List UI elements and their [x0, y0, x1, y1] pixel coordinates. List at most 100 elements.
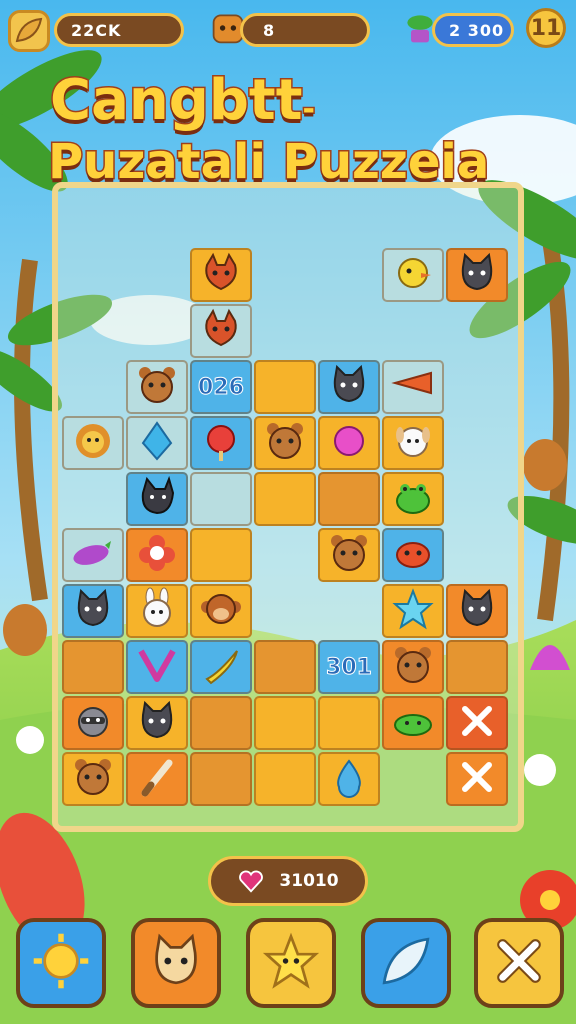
tile-empty-i[interactable]: [190, 696, 252, 750]
cat-button[interactable]: [131, 918, 221, 1008]
tile-carrot[interactable]: [382, 360, 444, 414]
gems-value: 2 300: [449, 20, 505, 40]
level-counter: 8: [240, 13, 370, 47]
tile-empty-e[interactable]: [190, 528, 252, 582]
bear-icon: [263, 419, 307, 467]
x-icon: [455, 699, 499, 747]
tile-empty-f[interactable]: [62, 640, 124, 694]
cat-icon: [327, 363, 371, 411]
fox-icon: [199, 251, 243, 299]
tile-empty-a[interactable]: [254, 360, 316, 414]
tile-black-wolf[interactable]: [126, 472, 188, 526]
tile-empty-k[interactable]: [318, 696, 380, 750]
bird-icon: [391, 251, 435, 299]
tile-brush[interactable]: [126, 752, 188, 806]
tile-orange-bear[interactable]: [126, 360, 188, 414]
tile-empty-j[interactable]: [254, 696, 316, 750]
gems-counter: 2 300: [432, 13, 514, 47]
tile-yellow-bear[interactable]: [318, 528, 380, 582]
leaf-button[interactable]: [361, 918, 451, 1008]
raccoon-icon: [71, 699, 115, 747]
tile-raccoon[interactable]: [62, 696, 124, 750]
tile-empty-c[interactable]: [254, 472, 316, 526]
tile-brown-bear[interactable]: [254, 416, 316, 470]
tile-fox[interactable]: [190, 248, 252, 302]
cat-icon: [71, 587, 115, 635]
blob-icon: [391, 699, 435, 747]
tile-text-301[interactable]: 301: [318, 640, 380, 694]
tile-text-026[interactable]: 026: [190, 360, 252, 414]
tile-banana[interactable]: [190, 640, 252, 694]
tile-candy[interactable]: [190, 416, 252, 470]
sun-button[interactable]: [16, 918, 106, 1008]
tile-black-cat[interactable]: [318, 360, 380, 414]
coins-value: 22CK: [71, 20, 122, 40]
tile-star[interactable]: [382, 584, 444, 638]
cat-icon: [135, 699, 179, 747]
tile-yellow-bird[interactable]: [382, 248, 444, 302]
tile-crystal[interactable]: [126, 416, 188, 470]
tile-pink-orb[interactable]: [318, 416, 380, 470]
pause-button[interactable]: 11: [526, 8, 566, 48]
bunny-icon: [135, 587, 179, 635]
leaf-menu-icon: [15, 17, 43, 43]
tile-red-flower[interactable]: [126, 528, 188, 582]
menu-button[interactable]: [8, 10, 50, 52]
eggplant-icon: [71, 531, 115, 579]
bear-icon: [135, 363, 179, 411]
puzzle-board: 026 301: [52, 182, 524, 832]
tile-bear-face[interactable]: [382, 640, 444, 694]
cat-icon: [455, 587, 499, 635]
tile-white-bunny[interactable]: [126, 584, 188, 638]
tile-red-fox[interactable]: [190, 304, 252, 358]
crab-icon: [391, 531, 435, 579]
tile-water-drop[interactable]: [318, 752, 380, 806]
tile-empty-l[interactable]: [190, 752, 252, 806]
tile-green-blob[interactable]: [382, 696, 444, 750]
tile-red-crab[interactable]: [382, 528, 444, 582]
tile-empty-g[interactable]: [254, 640, 316, 694]
tile-green-cat[interactable]: [126, 696, 188, 750]
tile-x-2[interactable]: [446, 752, 508, 806]
dog-icon: [391, 419, 435, 467]
tile-empty-h[interactable]: [446, 640, 508, 694]
lion-icon: [71, 419, 115, 467]
tile-lion[interactable]: [62, 416, 124, 470]
cat-icon: [455, 251, 499, 299]
bear-icon: [391, 643, 435, 691]
bear-icon: [71, 755, 115, 803]
tile-white-cat[interactable]: [446, 248, 508, 302]
fox-icon: [199, 307, 243, 355]
close-button[interactable]: [474, 918, 564, 1008]
candy-icon: [199, 419, 243, 467]
tile-label: 026: [198, 374, 245, 400]
tile-x-1[interactable]: [446, 696, 508, 750]
tile-green-frog[interactable]: [382, 472, 444, 526]
game-title-line1: Cangbtt-: [48, 67, 576, 135]
tile-empty-m[interactable]: [254, 752, 316, 806]
tile-white-dog[interactable]: [382, 416, 444, 470]
tile-brown-monkey[interactable]: [190, 584, 252, 638]
tile-eggplant[interactable]: [62, 528, 124, 582]
drop-icon: [327, 755, 371, 803]
crystal-icon: [135, 419, 179, 467]
wolf-icon: [135, 475, 179, 523]
frog-icon: [391, 475, 435, 523]
orb-icon: [327, 419, 371, 467]
coins-counter: 22CK: [54, 13, 184, 47]
moves-value: 31010: [279, 871, 339, 891]
x-icon: [489, 931, 549, 995]
monkey-icon: [199, 587, 243, 635]
star-creature-button[interactable]: [246, 918, 336, 1008]
tile-red-cat[interactable]: [62, 584, 124, 638]
tile-empty-d[interactable]: [318, 472, 380, 526]
title-line1-text: Cangbtt: [48, 67, 303, 135]
cat-face-icon: [146, 931, 206, 995]
sun-icon: [31, 931, 91, 995]
tile-black-bear[interactable]: [62, 752, 124, 806]
level-value: 8: [263, 20, 276, 40]
star-creature-icon: [261, 931, 321, 995]
tile-empty-b[interactable]: [190, 472, 252, 526]
tile-heart-v[interactable]: [126, 640, 188, 694]
tile-grey-cat[interactable]: [446, 584, 508, 638]
